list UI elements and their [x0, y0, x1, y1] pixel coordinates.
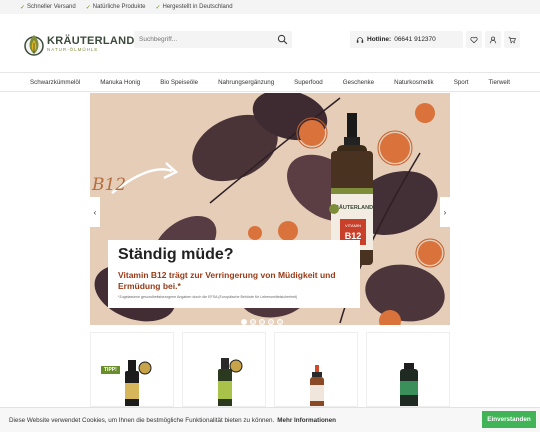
nav-item-bio-speiseoele[interactable]: Bio Speiseöle [160, 79, 198, 86]
bottle-label-text: VITAMIN [345, 223, 361, 228]
search-icon[interactable] [277, 34, 288, 45]
usp-item: ✓ Natürliche Produkte [85, 4, 146, 11]
nav-item-geschenke[interactable]: Geschenke [343, 79, 374, 86]
nav-item-tierwelt[interactable]: Tierwelt [489, 79, 510, 86]
search-input[interactable] [139, 36, 269, 43]
nav-item-manuka-honig[interactable]: Manuka Honig [100, 79, 140, 86]
nav-item-naturkosmetik[interactable]: Naturkosmetik [394, 79, 434, 86]
hero-title: Ständig müde? [118, 246, 234, 263]
cookie-accept-button[interactable]: Einverstanden [482, 411, 536, 428]
product-card[interactable] [182, 332, 266, 407]
slider-prev-button[interactable]: ‹ [90, 197, 100, 227]
hotline-box[interactable]: Hotline: 06641 912370 [350, 31, 463, 48]
cart-icon [508, 36, 516, 43]
slider-dot[interactable] [250, 319, 256, 325]
slider-dot[interactable] [259, 319, 265, 325]
check-icon: ✓ [20, 4, 26, 11]
check-icon: ✓ [85, 4, 91, 11]
product-card[interactable] [274, 332, 358, 407]
nav-item-superfood[interactable]: Superfood [294, 79, 323, 86]
hero-footnote: *Zugelassene gesundheitsbezogene Angaben… [118, 295, 298, 299]
hero-b12-text: B12 [91, 175, 126, 195]
usp-item: ✓ Hergestellt in Deutschland [155, 4, 233, 11]
nav-item-schwarzkuemmeloel[interactable]: Schwarzkümmelöl [30, 79, 80, 86]
main-nav: Schwarzkümmelöl Manuka Honig Bio Speiseö… [0, 72, 540, 92]
usp-item: ✓ Schneller Versand [20, 4, 76, 11]
brand-name: KRÄUTERLAND [47, 34, 135, 47]
headset-icon [356, 36, 364, 43]
slider-next-button[interactable]: › [440, 197, 450, 227]
check-icon: ✓ [155, 4, 161, 11]
cookie-more-link[interactable]: Mehr Informationen [277, 417, 336, 424]
brand-tagline: NATUR-ÖLMÜHLE [47, 46, 99, 52]
slider-dots [241, 319, 283, 325]
product-card[interactable] [366, 332, 450, 407]
product-row: TIPP! [90, 332, 450, 407]
search-bar [134, 31, 292, 48]
wishlist-button[interactable] [466, 31, 482, 48]
heart-icon [470, 36, 478, 43]
hero-text-card: Ständig müde? Vitamin B12 trägt zur Verr… [108, 240, 360, 308]
product-image [218, 358, 243, 406]
nav-item-nahrungsergaenzung[interactable]: Nahrungsergänzung [218, 79, 274, 86]
hero-subtitle: Vitamin B12 trägt zur Verringerung von M… [118, 270, 336, 291]
tipp-badge: TIPP! [101, 366, 120, 374]
account-button[interactable] [485, 31, 501, 48]
logo-leaf-icon [24, 35, 44, 56]
hotline-number: 06641 912370 [394, 36, 436, 43]
site-header: KRÄUTERLAND NATUR-ÖLMÜHLE Hotline: 06641… [0, 14, 540, 72]
chevron-right-icon: › [443, 207, 447, 217]
user-icon [489, 36, 497, 43]
logo-text: KRÄUTERLAND NATUR-ÖLMÜHLE [47, 34, 135, 53]
chevron-left-icon: ‹ [93, 207, 97, 217]
cookie-text: Diese Website verwendet Cookies, um Ihne… [9, 416, 275, 424]
slider-dot[interactable] [277, 319, 283, 325]
cart-button[interactable] [504, 31, 520, 48]
hotline-label: Hotline: [367, 36, 392, 43]
usp-bar: ✓ Schneller Versand ✓ Natürliche Produkte … [0, 0, 540, 14]
product-image [310, 365, 324, 406]
slider-dot[interactable] [268, 319, 274, 325]
site-logo[interactable]: KRÄUTERLAND NATUR-ÖLMÜHLE [24, 31, 135, 57]
slider-dot[interactable] [241, 319, 247, 325]
cookie-banner: Diese Website verwendet Cookies, um Ihne… [0, 407, 540, 432]
product-image [400, 363, 418, 406]
nav-item-sport[interactable]: Sport [454, 79, 469, 86]
